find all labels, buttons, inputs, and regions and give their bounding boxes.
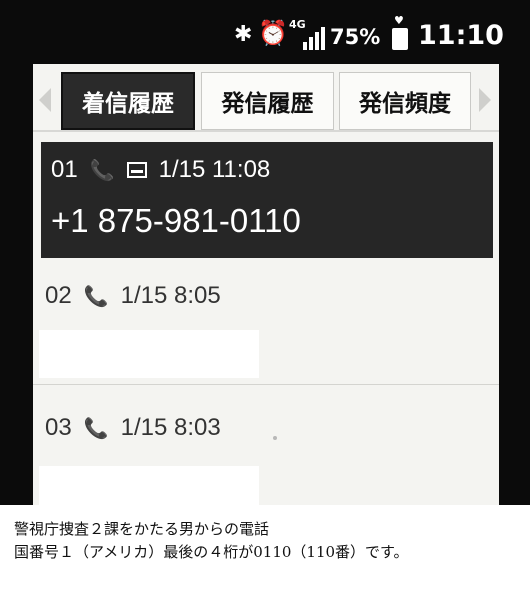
tab-bar: 着信履歴 発信履歴 発信頻度 bbox=[33, 68, 499, 132]
caption-line-1: 警視庁捜査２課をかたる男からの電話 bbox=[14, 520, 270, 538]
status-bar: ✱ ⏰ 4G 75% ♥ 11:10 bbox=[0, 0, 530, 64]
incoming-call-icon: 📞 bbox=[83, 285, 109, 308]
call-row-02[interactable]: 02 📞 1/15 8:05 bbox=[33, 260, 499, 384]
phone-photo: ✱ ⏰ 4G 75% ♥ 11:10 着信履歴 発信履歴 発信頻度 01 � bbox=[0, 0, 530, 505]
call-datetime: 1/15 8:03 bbox=[120, 414, 221, 441]
redacted-number bbox=[39, 330, 259, 378]
redacted-number bbox=[39, 466, 259, 505]
signal-icon: 4G bbox=[289, 18, 325, 50]
battery-icon: ♥ bbox=[392, 14, 408, 50]
call-row-01[interactable]: 01 📞 1/15 11:08 +1 875-981-0110 bbox=[41, 142, 493, 258]
call-number: +1 875-981-0110 bbox=[51, 202, 301, 239]
dust-speck bbox=[273, 436, 277, 440]
tab-call-frequency[interactable]: 発信頻度 bbox=[339, 72, 471, 130]
tab-divider bbox=[33, 130, 499, 132]
tab-right-arrow-icon[interactable] bbox=[479, 88, 491, 112]
tab-left-arrow-icon[interactable] bbox=[39, 88, 51, 112]
call-index: 02 bbox=[45, 282, 72, 309]
network-type: 4G bbox=[289, 18, 306, 31]
call-index: 01 bbox=[51, 156, 78, 183]
incoming-call-icon: 📞 bbox=[89, 159, 115, 182]
call-index: 03 bbox=[45, 414, 72, 441]
call-row-03[interactable]: 03 📞 1/15 8:03 bbox=[33, 384, 499, 505]
contact-card-icon bbox=[126, 162, 147, 178]
bluetooth-icon: ✱ bbox=[234, 22, 253, 47]
tab-outgoing-history[interactable]: 発信履歴 bbox=[201, 72, 334, 130]
alarm-icon: ⏰ bbox=[258, 19, 288, 47]
incoming-call-icon: 📞 bbox=[83, 417, 109, 440]
battery-percent: 75% bbox=[330, 25, 381, 49]
caption-line-2: 国番号１（アメリカ）最後の４桁が0110（110番）です。 bbox=[14, 543, 409, 561]
photo-caption: 警視庁捜査２課をかたる男からの電話 国番号１（アメリカ）最後の４桁が0110（1… bbox=[14, 518, 524, 564]
status-time: 11:10 bbox=[418, 20, 504, 51]
call-datetime: 1/15 11:08 bbox=[158, 156, 271, 183]
call-history-screen: 着信履歴 発信履歴 発信頻度 01 📞 1/15 11:08 +1 875-98… bbox=[33, 64, 499, 505]
tab-incoming-history[interactable]: 着信履歴 bbox=[61, 72, 195, 130]
call-datetime: 1/15 8:05 bbox=[120, 282, 221, 309]
